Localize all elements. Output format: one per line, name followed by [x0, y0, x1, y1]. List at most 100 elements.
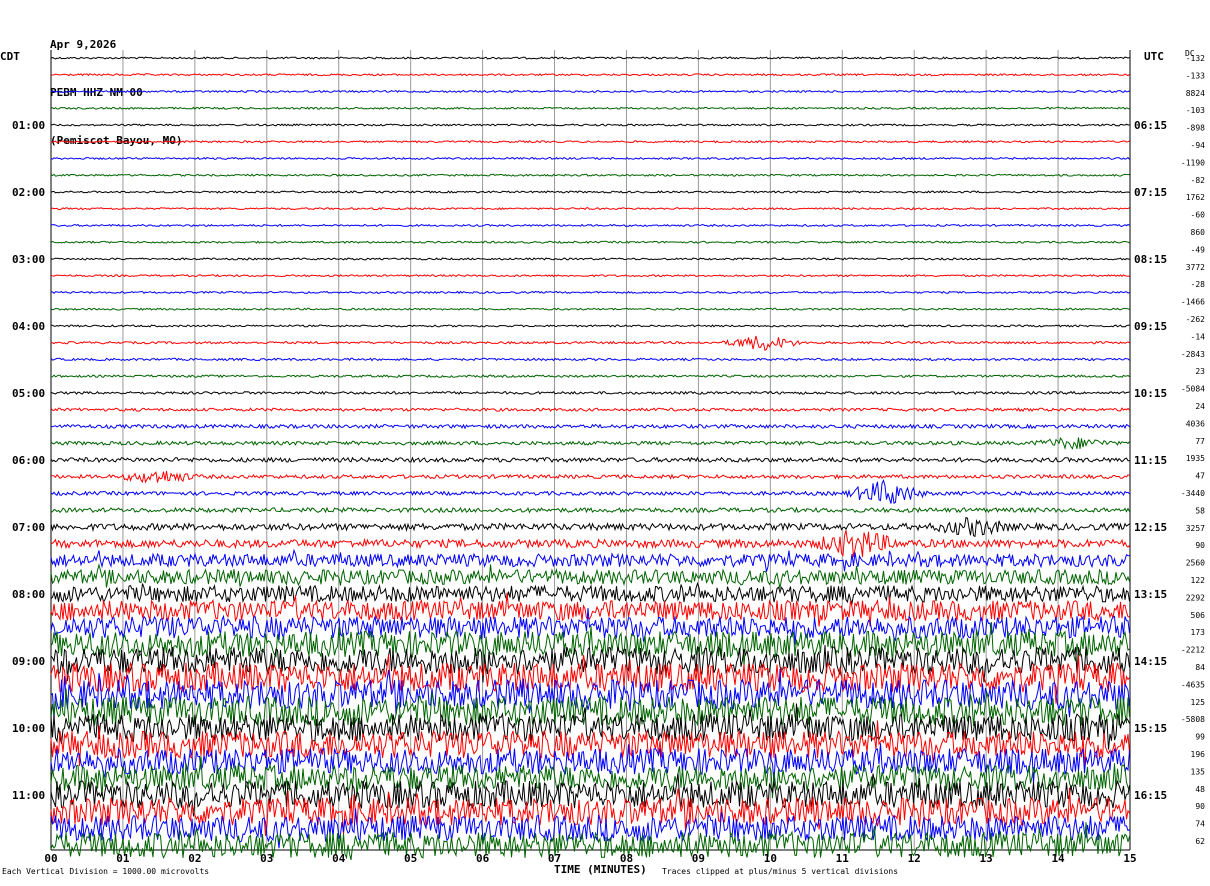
- trace-row-3: [50, 106, 1130, 110]
- trace-row-23: [50, 436, 1130, 451]
- dc-offset-label: -132: [1186, 54, 1205, 63]
- dc-offset-label: -103: [1186, 106, 1205, 115]
- dc-offset-label: 90: [1195, 541, 1205, 550]
- dc-offset-label: -14: [1191, 332, 1206, 341]
- x-tick-label: 13: [980, 852, 993, 865]
- dc-offset-label: -60: [1191, 211, 1206, 220]
- dc-offset-label: 23: [1195, 367, 1205, 376]
- right-time-label: 07:15: [1134, 186, 1167, 199]
- left-time-label: 11:00: [12, 789, 45, 802]
- dc-offset-label: 122: [1191, 576, 1206, 585]
- trace-row-0: [50, 56, 1130, 60]
- dc-offset-label: -262: [1186, 315, 1205, 324]
- left-time-label: 08:00: [12, 588, 45, 601]
- trace-row-27: [50, 506, 1130, 514]
- trace-row-28: [50, 516, 1130, 538]
- trace-group: [50, 56, 1130, 861]
- dc-offset-label: 62: [1195, 837, 1205, 846]
- dc-offset-label: -49: [1191, 245, 1206, 254]
- x-tick-label: 03: [260, 852, 273, 865]
- dc-offset-label: 84: [1195, 663, 1205, 672]
- trace-row-7: [50, 173, 1130, 177]
- x-tick-label: 02: [188, 852, 201, 865]
- left-time-label: 05:00: [12, 387, 45, 400]
- trace-row-25: [51, 471, 1130, 484]
- dc-offset-label: 24: [1195, 402, 1205, 411]
- x-tick-label: 10: [764, 852, 777, 865]
- dc-offset-label: -5084: [1181, 385, 1205, 394]
- right-time-label: 09:15: [1134, 320, 1167, 333]
- dc-offset-label: 77: [1195, 437, 1205, 446]
- trace-row-17: [51, 335, 1130, 351]
- helicorder-plot: 00 01 02 03 04 05 06 07 08 09 10 11 12 13 14 1501:0002:…: [12, 50, 1206, 865]
- trace-row-14: [50, 290, 1130, 295]
- x-tick-label: 09: [692, 852, 705, 865]
- trace-row-16: [50, 324, 1130, 328]
- dc-offset-label: -1190: [1181, 158, 1205, 167]
- trace-row-24: [50, 456, 1130, 464]
- dc-offset-label: 47: [1195, 472, 1205, 481]
- x-tick-label: 04: [332, 852, 346, 865]
- trace-row-9: [50, 207, 1130, 211]
- trace-row-18: [50, 357, 1130, 362]
- trace-row-22: [50, 423, 1130, 430]
- right-time-label: 16:15: [1134, 789, 1167, 802]
- x-tick-label: 05: [404, 852, 417, 865]
- x-tick-label: 11: [836, 852, 850, 865]
- left-time-label: 02:00: [12, 186, 45, 199]
- dc-offset-label: -133: [1186, 71, 1205, 80]
- dc-offset-label: 506: [1191, 611, 1206, 620]
- trace-row-26: [50, 479, 1130, 505]
- right-time-label: 13:15: [1134, 588, 1167, 601]
- x-tick-label: 15: [1123, 852, 1136, 865]
- dc-offset-label: 99: [1195, 733, 1205, 742]
- dc-offset-label: 2292: [1186, 593, 1205, 602]
- dc-offset-label: 90: [1195, 802, 1205, 811]
- dc-offset-label: 48: [1195, 785, 1205, 794]
- trace-row-8: [50, 190, 1130, 194]
- trace-row-4: [50, 123, 1130, 127]
- right-time-label: 06:15: [1134, 119, 1167, 132]
- dc-offset-label: 125: [1191, 698, 1206, 707]
- left-time-label: 04:00: [12, 320, 45, 333]
- trace-row-11: [50, 240, 1130, 244]
- trace-row-21: [50, 407, 1130, 412]
- trace-row-6: [50, 156, 1130, 161]
- dc-offset-label: -898: [1186, 124, 1205, 133]
- dc-offset-label: 173: [1191, 628, 1206, 637]
- trace-row-42: [50, 743, 1130, 784]
- dc-offset-label: 4036: [1186, 419, 1205, 428]
- dc-offset-label: 135: [1191, 767, 1206, 776]
- right-time-label: 11:15: [1134, 454, 1167, 467]
- left-time-label: 03:00: [12, 253, 45, 266]
- dc-offset-label: -82: [1191, 176, 1206, 185]
- x-tick-label: 01: [116, 852, 130, 865]
- dc-offset-label: -2212: [1181, 646, 1205, 655]
- dc-offset-label: -2843: [1181, 350, 1205, 359]
- trace-row-31: [50, 563, 1130, 589]
- dc-offset-label: -5808: [1181, 715, 1205, 724]
- trace-row-30: [50, 548, 1130, 572]
- left-time-label: 01:00: [12, 119, 45, 132]
- dc-offset-label: -4635: [1181, 680, 1205, 689]
- dc-offset-label: -3440: [1181, 489, 1205, 498]
- left-time-label: 06:00: [12, 454, 45, 467]
- dc-offset-label: 860: [1191, 228, 1206, 237]
- dc-offset-label: 2560: [1186, 559, 1205, 568]
- trace-row-12: [50, 257, 1130, 261]
- trace-row-13: [50, 274, 1130, 278]
- dc-offset-label: 3772: [1186, 263, 1205, 272]
- dc-offset-label: 196: [1191, 750, 1206, 759]
- trace-row-5: [50, 140, 1130, 144]
- x-tick-label: 12: [908, 852, 921, 865]
- dc-offset-label: -28: [1191, 280, 1206, 289]
- x-tick-label: 06: [476, 852, 490, 865]
- dc-offset-label: 3257: [1186, 524, 1205, 533]
- x-tick-label: 14: [1051, 852, 1065, 865]
- dc-offset-label: 74: [1195, 820, 1205, 829]
- x-axis-title: TIME (MINUTES): [554, 863, 647, 876]
- trace-row-2: [50, 89, 1130, 94]
- dc-offset-label: 1762: [1186, 193, 1205, 202]
- right-time-label: 15:15: [1134, 722, 1167, 735]
- x-tick-label: 00: [44, 852, 57, 865]
